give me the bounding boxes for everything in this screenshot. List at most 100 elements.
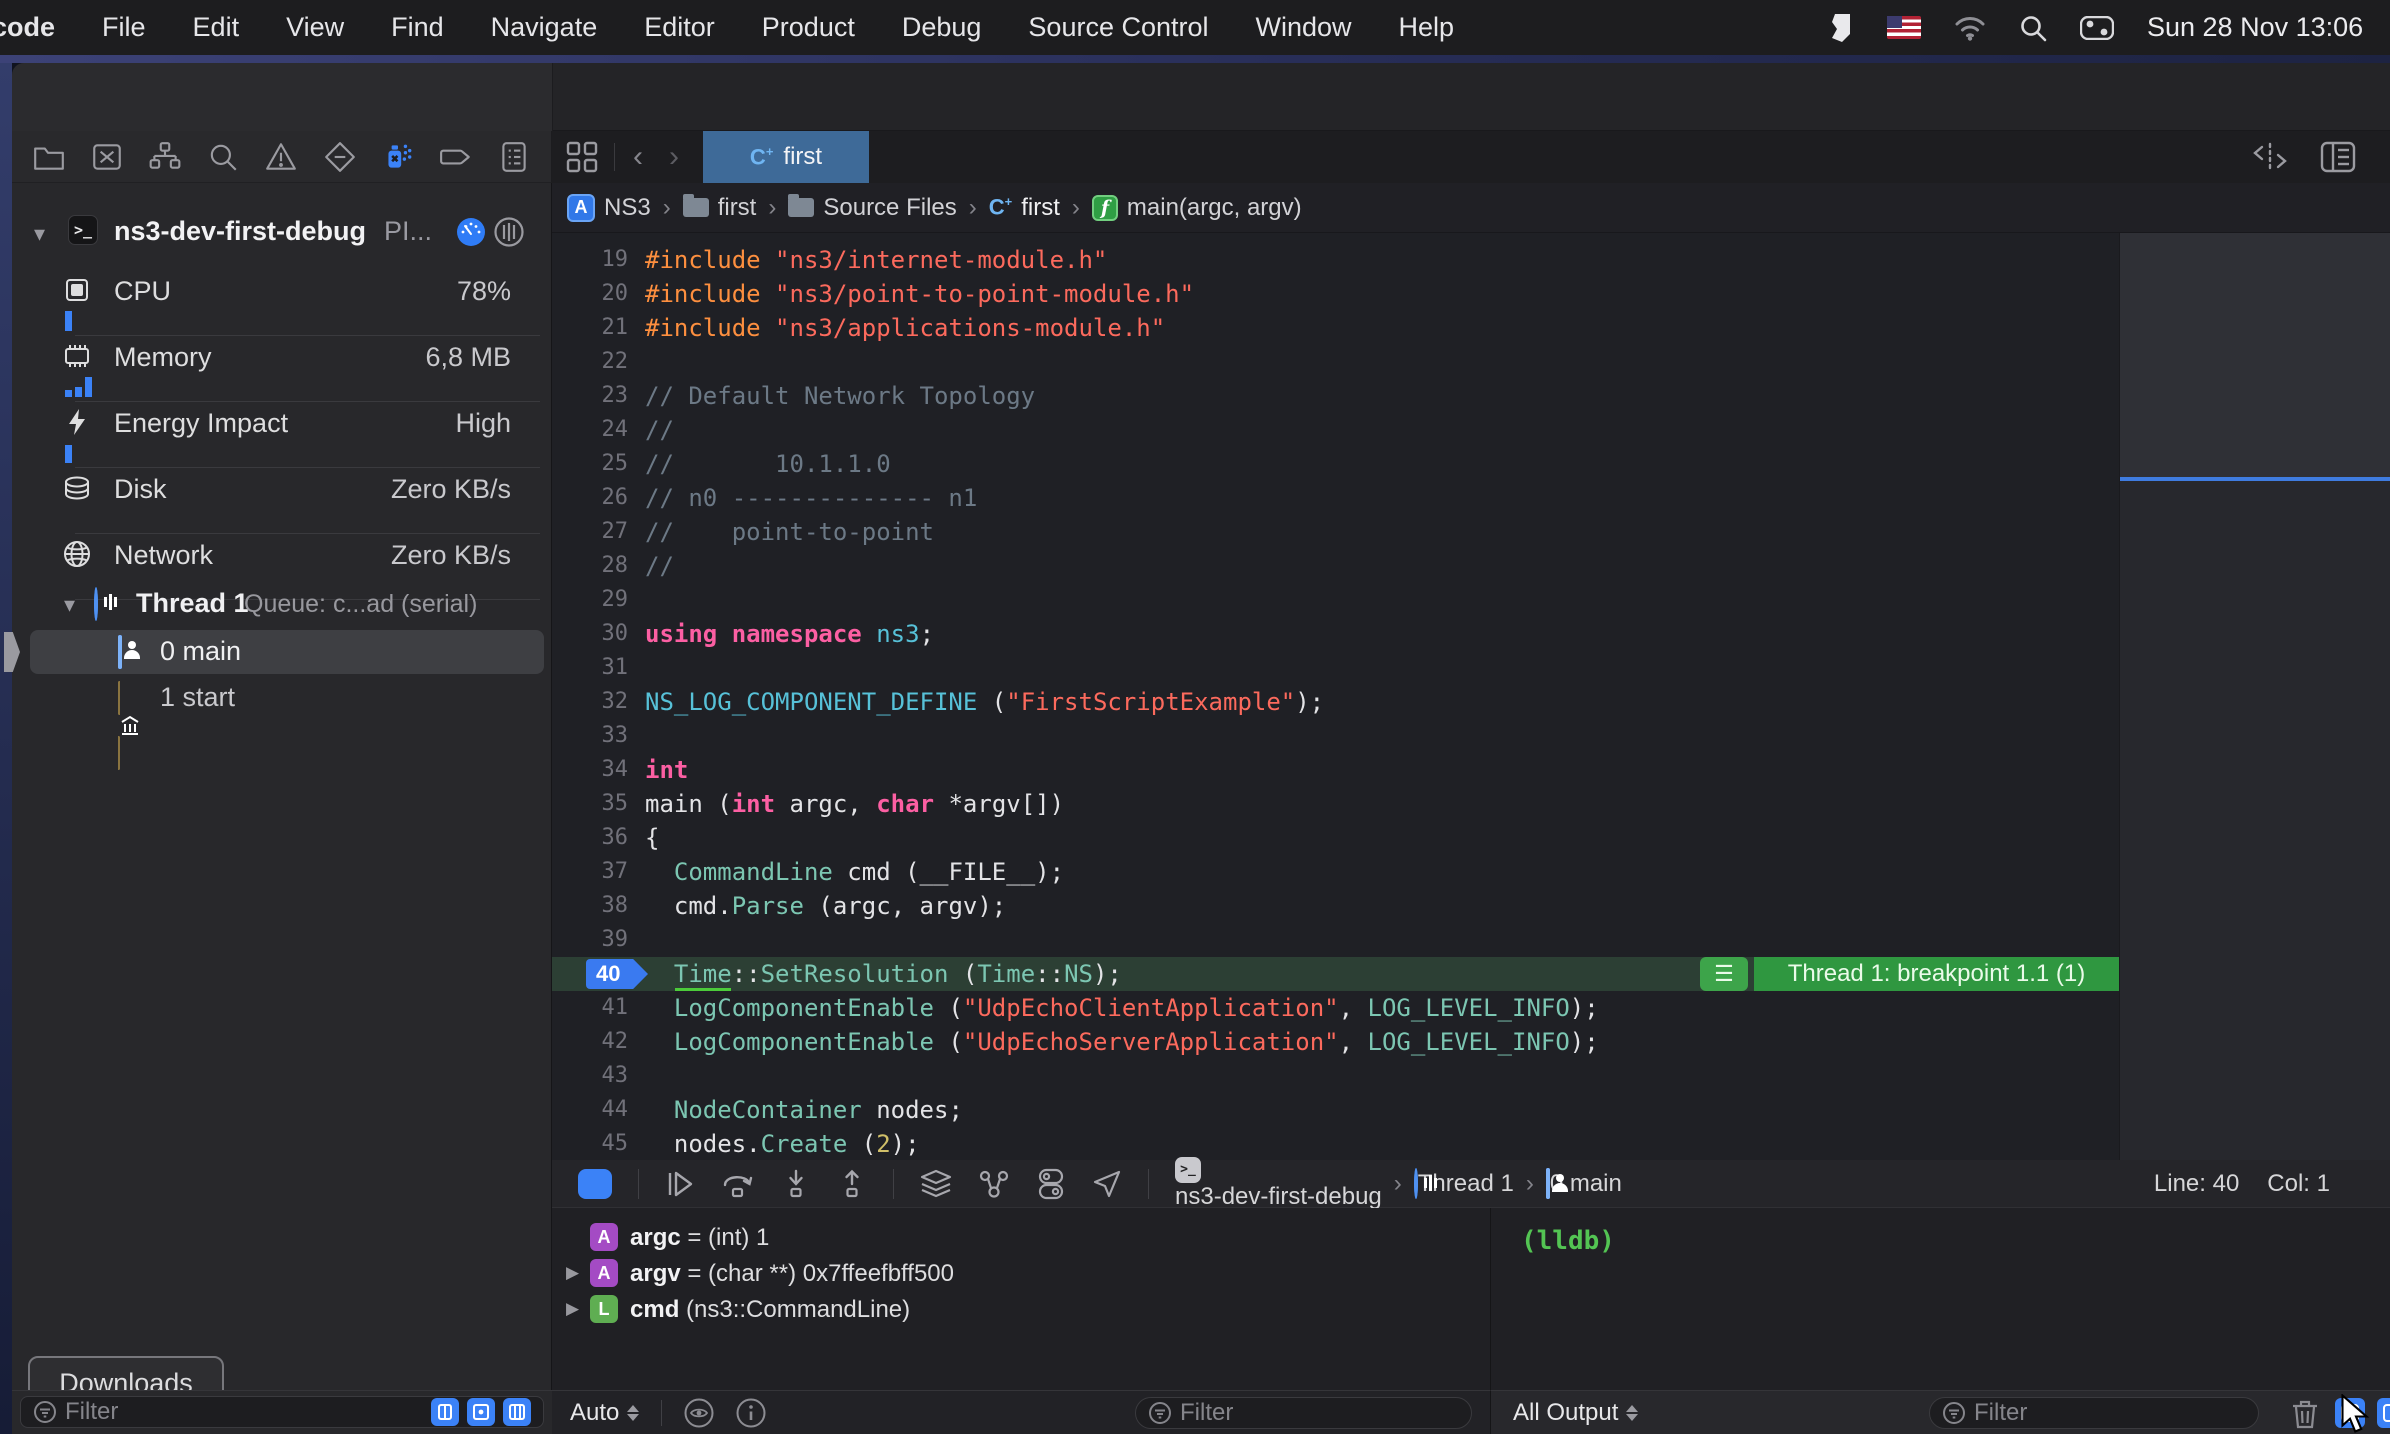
code-line[interactable]: 45 nodes.Create (2);	[552, 1127, 2119, 1160]
variables-scope-dropdown[interactable]: Auto	[570, 1399, 639, 1427]
info-icon[interactable]	[736, 1398, 766, 1428]
us-flag-icon[interactable]	[1887, 16, 1921, 39]
gauge-row-network[interactable]: NetworkZero KB/s	[12, 539, 552, 579]
navigator-test-icon[interactable]	[323, 140, 357, 174]
step-into-icon[interactable]	[781, 1169, 811, 1199]
wifi-icon[interactable]	[1954, 15, 1986, 41]
menu-item-file[interactable]: File	[102, 12, 146, 43]
debug-breadcrumb-item[interactable]: Thread 1	[1414, 1170, 1514, 1198]
view-hierarchy-icon[interactable]	[920, 1169, 952, 1199]
gauge-row-memory[interactable]: Memory6,8 MB	[12, 341, 552, 381]
variables-view[interactable]: Aargc = (int) 1▶Aargv = (char **) 0x7ffe…	[552, 1208, 1490, 1390]
code-line[interactable]: 42 LogComponentEnable ("UdpEchoServerApp…	[552, 1025, 2119, 1059]
navigator-filter-input[interactable]	[65, 1398, 423, 1426]
navigator-search-icon[interactable]	[206, 140, 240, 174]
menu-item-find[interactable]: Find	[391, 12, 444, 43]
code-line[interactable]: 39	[552, 923, 2119, 957]
chevron-down-icon[interactable]: ▾	[64, 592, 75, 618]
navigator-changes-icon[interactable]	[90, 140, 124, 174]
debug-breadcrumb-item[interactable]: >_ns3-dev-first-debug	[1175, 1157, 1382, 1211]
navigator-debug-icon[interactable]	[381, 140, 415, 174]
code-line[interactable]: 21#include "ns3/applications-module.h"	[552, 311, 2119, 345]
code-line[interactable]: 30using namespace ns3;	[552, 617, 2119, 651]
simulate-location-icon[interactable]	[1092, 1169, 1122, 1199]
go-forward-icon[interactable]: ›	[669, 140, 679, 174]
disclosure-triangle-icon[interactable]: ▶	[566, 1299, 579, 1319]
code-line[interactable]: 41 LogComponentEnable ("UdpEchoClientApp…	[552, 991, 2119, 1025]
code-line[interactable]: 35main (int argc, char *argv[])	[552, 787, 2119, 821]
menu-item-editor[interactable]: Editor	[644, 12, 715, 43]
menu-item-edit[interactable]: Edit	[193, 12, 240, 43]
navigator-breakpoint-icon[interactable]	[439, 140, 473, 174]
editor-options-icon[interactable]	[2320, 141, 2356, 173]
go-back-icon[interactable]: ‹	[633, 140, 643, 174]
step-out-icon[interactable]	[837, 1169, 867, 1199]
code-line[interactable]: 33	[552, 719, 2119, 753]
thread-row[interactable]: ▾Thread 1Queue: c...ad (serial)	[12, 587, 552, 627]
search-icon[interactable]	[2019, 14, 2047, 42]
console-scope-dropdown[interactable]: All Output	[1513, 1399, 1638, 1427]
code-line[interactable]: 37 CommandLine cmd (__FILE__);	[552, 855, 2119, 889]
navigator-symbol-icon[interactable]	[148, 140, 182, 174]
minimap[interactable]	[2119, 233, 2390, 1160]
menu-item-view[interactable]: View	[286, 12, 344, 43]
quicklook-eye-icon[interactable]	[684, 1398, 714, 1428]
breakpoints-toggle-icon[interactable]	[578, 1169, 612, 1199]
continue-icon[interactable]	[665, 1169, 695, 1199]
jump-bar-item[interactable]: fmain(argc, argv)	[1092, 194, 1302, 222]
variable-row[interactable]: ▶Lcmd (ns3::CommandLine)	[552, 1292, 1490, 1328]
navigator-project-icon[interactable]	[32, 140, 66, 174]
menubar-clock[interactable]: Sun 28 Nov 13:06	[2147, 12, 2363, 43]
menu-item-debug[interactable]: Debug	[902, 12, 982, 43]
menu-item-navigate[interactable]: Navigate	[491, 12, 598, 43]
console-filter-input[interactable]	[1974, 1399, 2246, 1427]
breakpoint-annotation[interactable]: Thread 1: breakpoint 1.1 (1)	[1754, 957, 2119, 991]
disclosure-triangle-icon[interactable]: ▶	[566, 1263, 579, 1283]
menu-item-xcode[interactable]: Xcode	[0, 12, 55, 43]
code-line[interactable]: 38 cmd.Parse (argc, argv);	[552, 889, 2119, 923]
environment-overrides-icon[interactable]	[1036, 1168, 1066, 1200]
gauge-row-cpu[interactable]: CPU78%	[12, 275, 552, 315]
code-line[interactable]: 32NS_LOG_COMPONENT_DEFINE ("FirstScriptE…	[552, 685, 2119, 719]
breakpoint-annotation-menu-icon[interactable]: ☰	[1700, 957, 1748, 991]
menu-item-product[interactable]: Product	[762, 12, 855, 43]
menu-item-source-control[interactable]: Source Control	[1028, 12, 1208, 43]
code-line[interactable]: 27// point-to-point	[552, 515, 2119, 549]
menu-item-help[interactable]: Help	[1399, 12, 1455, 43]
debug-breadcrumb-item[interactable]: 0 main	[1546, 1170, 1622, 1198]
filter-grid-toggle[interactable]	[467, 1398, 495, 1426]
process-row[interactable]: ▾ >_ ns3-dev-first-debug PI...	[12, 215, 552, 255]
chevron-down-icon[interactable]: ▾	[34, 221, 45, 247]
code-line[interactable]: 29	[552, 583, 2119, 617]
code-line[interactable]: 36{	[552, 821, 2119, 855]
step-over-icon[interactable]	[721, 1169, 755, 1199]
code-line[interactable]: 43	[552, 1059, 2119, 1093]
source-editor[interactable]: 19#include "ns3/internet-module.h"20#inc…	[552, 233, 2390, 1160]
navigator-issue-icon[interactable]	[264, 140, 298, 174]
filter-flag-toggle[interactable]	[431, 1398, 459, 1426]
console-filter-field[interactable]	[1929, 1397, 2259, 1429]
code-line[interactable]: 28//	[552, 549, 2119, 583]
memory-graph-icon[interactable]	[978, 1169, 1010, 1199]
gauge-row-energy-impact[interactable]: Energy ImpactHigh	[12, 407, 552, 447]
gauge-row-disk[interactable]: DiskZero KB/s	[12, 473, 552, 513]
control-center-icon[interactable]	[2080, 16, 2114, 40]
stack-frame-row[interactable]: 0 main	[12, 637, 552, 673]
code-line[interactable]: 44 NodeContainer nodes;	[552, 1093, 2119, 1127]
menubar-app-icon[interactable]	[1828, 13, 1854, 43]
filter-columns-toggle[interactable]	[503, 1398, 531, 1426]
code-line[interactable]: 23// Default Network Topology	[552, 379, 2119, 413]
tab-first[interactable]: C+ first	[703, 131, 869, 183]
jump-bar-item[interactable]: C+first	[989, 194, 1060, 222]
variable-row[interactable]: Aargc = (int) 1	[552, 1220, 1490, 1256]
console-view[interactable]: (lldb)	[1490, 1208, 2390, 1390]
code-line[interactable]: 22	[552, 345, 2119, 379]
code-line[interactable]: 31	[552, 651, 2119, 685]
code-line[interactable]: 25// 10.1.1.0	[552, 447, 2119, 481]
threads-view-icon[interactable]	[494, 217, 524, 247]
jump-bar-item[interactable]: first	[683, 194, 757, 222]
related-items-icon[interactable]	[566, 141, 598, 173]
code-line[interactable]: 19#include "ns3/internet-module.h"	[552, 243, 2119, 277]
code-line[interactable]: 20#include "ns3/point-to-point-module.h"	[552, 277, 2119, 311]
navigator-filter-field[interactable]	[20, 1396, 544, 1428]
